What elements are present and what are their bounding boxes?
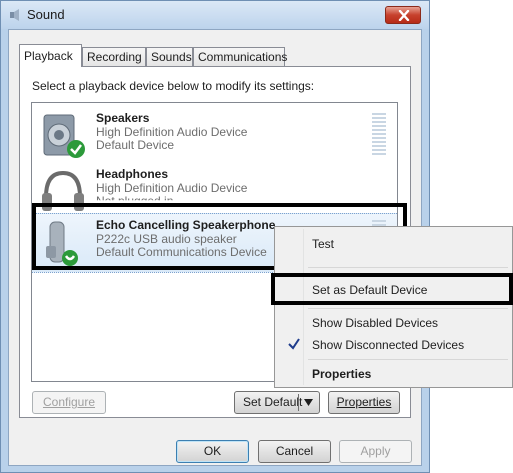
- set-default-button[interactable]: Set Default: [234, 391, 320, 414]
- speaker-icon: [43, 114, 85, 158]
- menu-item-label: Test: [312, 237, 335, 251]
- set-default-label: Set Default: [243, 395, 303, 409]
- configure-button[interactable]: Configure: [32, 391, 106, 414]
- level-meter: [372, 113, 386, 159]
- menu-item-show-disabled[interactable]: Show Disabled Devices: [277, 312, 512, 334]
- menu-item-test[interactable]: Test: [277, 233, 512, 255]
- close-button[interactable]: [385, 6, 421, 24]
- menu-item-set-default[interactable]: Set as Default Device: [277, 279, 512, 301]
- tab-playback[interactable]: Playback: [19, 44, 82, 67]
- menu-item-show-disconnected[interactable]: Show Disconnected Devices: [277, 334, 512, 356]
- cancel-button[interactable]: Cancel: [258, 440, 331, 463]
- menu-item-label: Show Disabled Devices: [312, 316, 439, 330]
- tab-communications[interactable]: Communications: [193, 47, 287, 66]
- instruction-text: Select a playback device below to modify…: [32, 79, 315, 93]
- close-icon: [398, 10, 410, 21]
- window-title: Sound: [27, 7, 65, 22]
- configure-label: Configure: [42, 395, 96, 409]
- menu-item-label: Properties: [312, 367, 372, 381]
- device-item-speakers[interactable]: Speakers High Definition Audio Device De…: [32, 107, 397, 167]
- menu-item-label: Set as Default Device: [312, 283, 428, 297]
- context-menu: Test Set as Default Device Show Disabled…: [274, 226, 513, 388]
- phone-handset-icon: [46, 221, 78, 266]
- menu-item-label: Show Disconnected Devices: [312, 338, 465, 352]
- speaker-app-icon: [10, 9, 19, 21]
- properties-button[interactable]: Properties: [328, 391, 400, 414]
- menu-separator: [308, 308, 508, 309]
- green-check-icon: [67, 140, 85, 158]
- chevron-down-icon[interactable]: [304, 399, 313, 406]
- menu-separator: [308, 359, 508, 360]
- device-status: Default Device: [96, 138, 175, 152]
- tab-sounds[interactable]: Sounds: [146, 47, 193, 66]
- title-bar[interactable]: Sound: [1, 1, 429, 29]
- device-status: Not plugged in: [96, 194, 174, 208]
- device-description: High Definition Audio Device: [96, 125, 248, 139]
- device-name: Echo Cancelling Speakerphone: [96, 218, 276, 232]
- device-status: Default Communications Device: [96, 245, 267, 259]
- device-name: Headphones: [96, 167, 169, 181]
- menu-item-properties[interactable]: Properties: [277, 363, 512, 385]
- properties-label: Properties: [336, 395, 392, 409]
- headphones-icon: [42, 170, 84, 211]
- device-description: P222c USB audio speaker: [96, 232, 237, 246]
- ok-button[interactable]: OK: [176, 440, 249, 463]
- menu-separator: [308, 267, 508, 268]
- device-name: Speakers: [96, 111, 150, 125]
- apply-button[interactable]: Apply: [339, 440, 412, 463]
- checkmark-icon: [288, 338, 300, 350]
- device-description: High Definition Audio Device: [96, 181, 248, 195]
- tab-recording[interactable]: Recording: [82, 47, 146, 66]
